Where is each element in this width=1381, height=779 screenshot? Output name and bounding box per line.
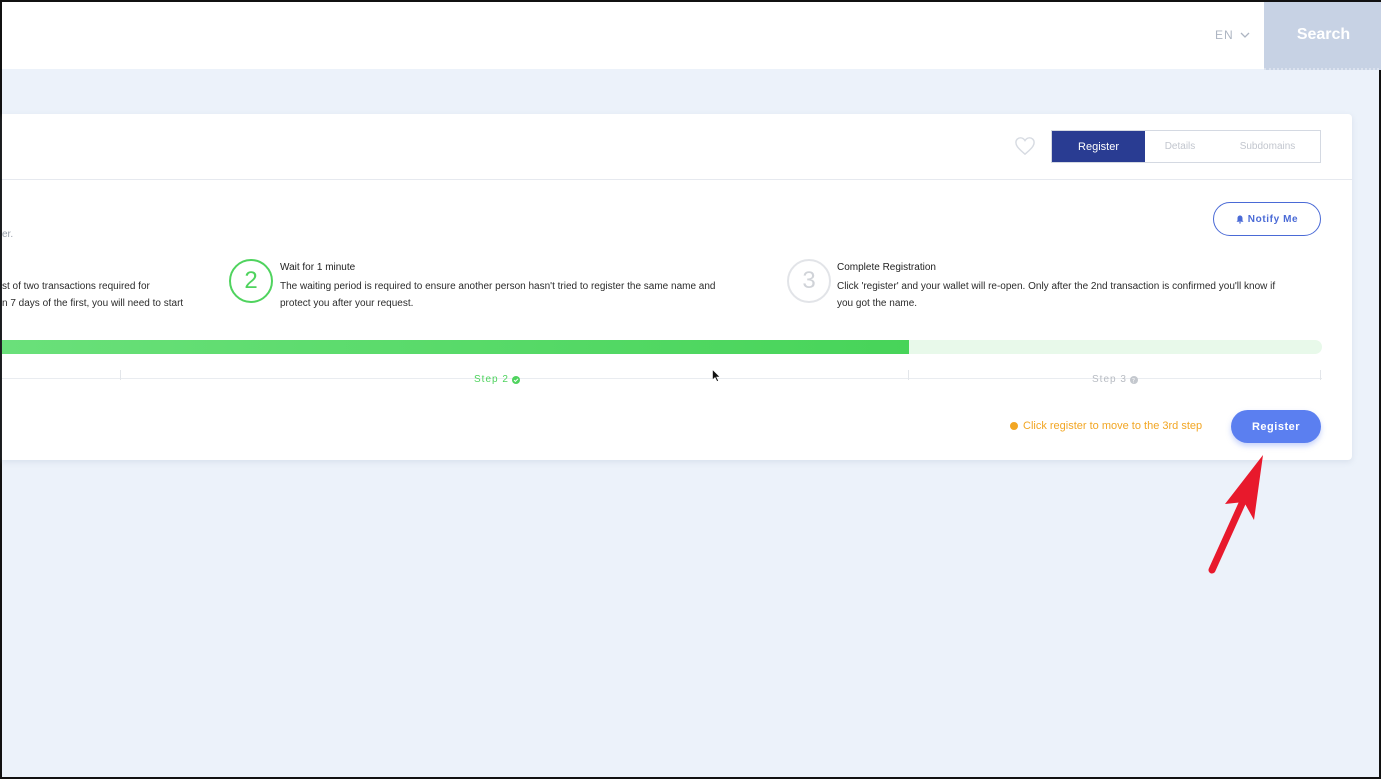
step-2-description: The waiting period is required to ensure…: [280, 279, 716, 312]
step-2-desc-line1: The waiting period is required to ensure…: [280, 281, 716, 292]
step-3-circle: 3: [787, 259, 831, 303]
tab-subdomains[interactable]: Subdomains: [1215, 131, 1320, 162]
step-3-title: Complete Registration: [837, 262, 936, 273]
step-1-desc-line2: n 7 days of the first, you will need to …: [2, 297, 184, 309]
step-2-title: Wait for 1 minute: [280, 262, 356, 273]
language-label: EN: [1215, 28, 1234, 42]
step-3-desc-line1: Click 'register' and your wallet will re…: [837, 281, 1276, 292]
language-selector[interactable]: EN: [1215, 28, 1250, 42]
top-bar: EN Search: [2, 2, 1381, 70]
step-tick: [1320, 370, 1321, 380]
annotation-arrow-icon: [1208, 455, 1263, 574]
register-hint: Click register to move to the 3rd step: [1010, 420, 1202, 432]
register-button[interactable]: Register: [1231, 410, 1321, 443]
step-tick: [120, 370, 121, 380]
step-2-label: Step 2: [474, 374, 520, 385]
step-tick: [908, 370, 909, 380]
chevron-down-icon: [1240, 32, 1250, 38]
tab-bar: Register Details Subdomains: [1051, 130, 1321, 163]
register-hint-text: Click register to move to the 3rd step: [1023, 420, 1203, 432]
step-1-description: st of two transactions required for n 7 …: [2, 279, 183, 312]
intro-text-fragment: er.: [2, 229, 14, 240]
progress-bar: [2, 340, 1322, 354]
warning-dot-icon: [1010, 422, 1018, 430]
help-circle-icon: ?: [1129, 375, 1138, 384]
mouse-cursor-icon: [712, 369, 721, 382]
bell-icon: [1236, 215, 1244, 224]
notify-me-label: Notify Me: [1247, 213, 1299, 225]
tab-register[interactable]: Register: [1052, 131, 1145, 162]
search-button[interactable]: Search: [1264, 2, 1381, 70]
svg-text:?: ?: [1132, 377, 1136, 384]
step-1-desc-line1: st of two transactions required for: [2, 281, 150, 292]
notify-me-button[interactable]: Notify Me: [1213, 202, 1321, 236]
step-2-desc-line2: protect you after your request.: [280, 297, 414, 309]
favorite-heart-icon[interactable]: [1014, 136, 1036, 156]
progress-fill: [2, 340, 909, 354]
step-3-label-text: Step 3: [1092, 374, 1127, 385]
step-2-label-text: Step 2: [474, 374, 509, 385]
step-2-circle: 2: [229, 259, 273, 303]
check-circle-icon: [511, 375, 520, 384]
step-3-label: Step 3 ?: [1092, 374, 1138, 385]
step-3-description: Click 'register' and your wallet will re…: [837, 279, 1275, 312]
step-3-desc-line2: you got the name.: [837, 297, 918, 309]
tab-details[interactable]: Details: [1145, 131, 1215, 162]
